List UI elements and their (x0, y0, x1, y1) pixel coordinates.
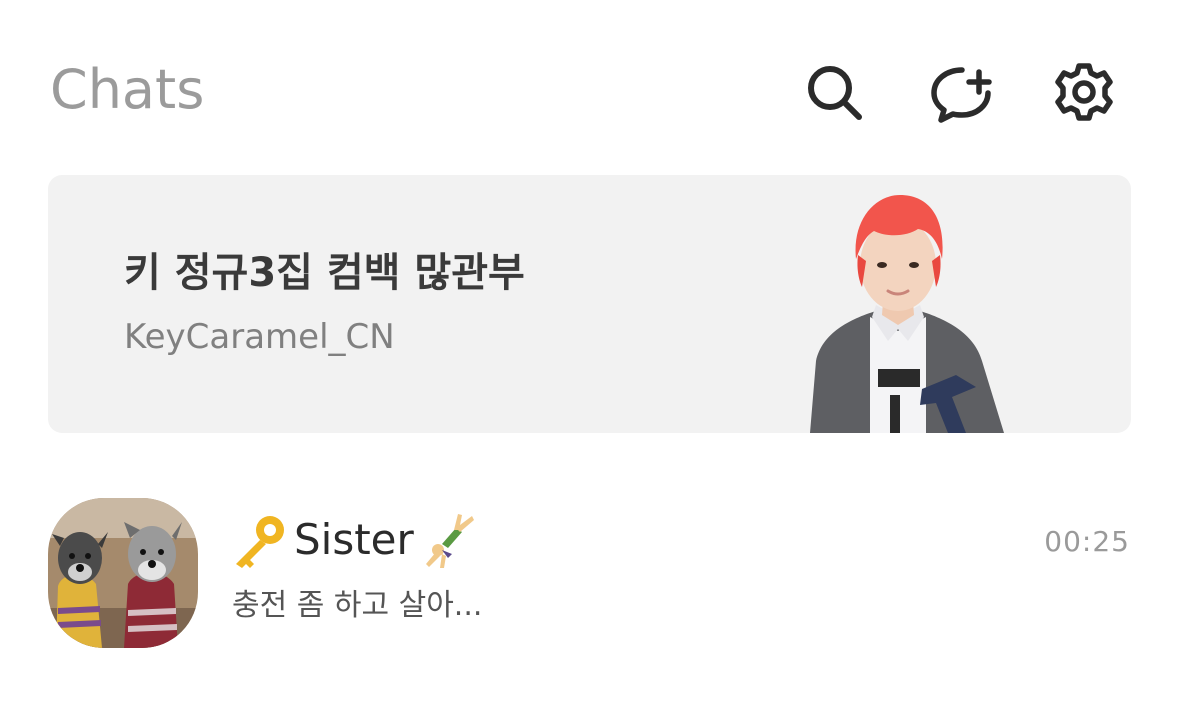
cartwheel-emoji-icon (418, 510, 478, 570)
new-chat-icon (931, 67, 992, 123)
chat-preview: 충전 좀 하고 살아... (232, 588, 483, 623)
chat-time: 00:25 (1044, 525, 1130, 558)
banner-photo (790, 191, 1006, 433)
banner-title: 키 정규3집 컴백 많관부 (124, 250, 525, 296)
settings-button[interactable] (1050, 58, 1118, 126)
search-icon (808, 66, 862, 120)
search-button[interactable] (800, 58, 868, 126)
page-title: Chats (50, 58, 205, 121)
settings-icon (1055, 63, 1113, 121)
chat-name: Sister (230, 510, 478, 570)
avatar (48, 498, 198, 648)
new-chat-button[interactable] (926, 58, 994, 126)
chat-list-item[interactable]: Sister 00:25 충전 좀 하고 살아... (0, 478, 1178, 668)
chat-name-text: Sister (294, 515, 414, 564)
key-emoji-icon (230, 510, 290, 570)
promo-banner[interactable]: 키 정규3집 컴백 많관부 KeyCaramel_CN (48, 175, 1131, 433)
banner-subtitle: KeyCaramel_CN (124, 317, 395, 357)
chats-screen: Chats 키 정규3집 컴백 많관부 KeyCaramel_CN Sister… (0, 0, 1178, 720)
